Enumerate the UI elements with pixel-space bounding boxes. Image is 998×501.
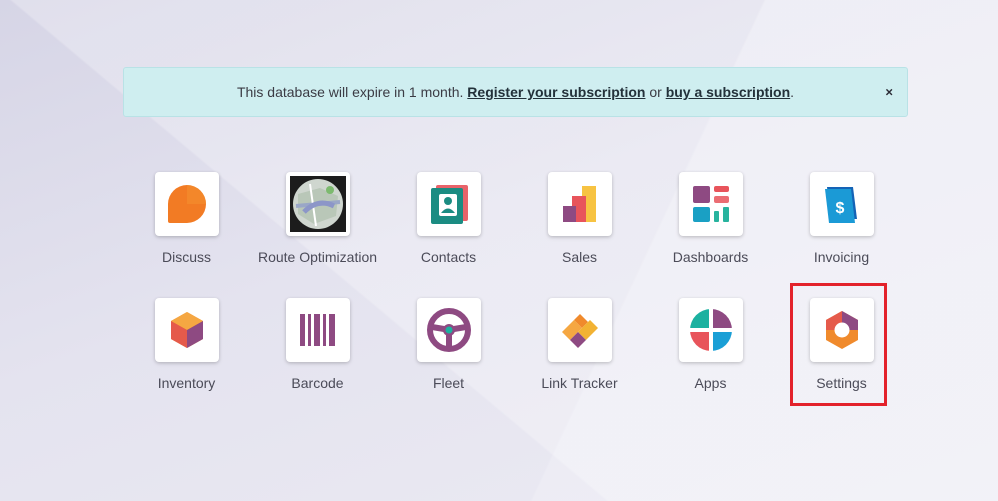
inventory-icon (154, 298, 219, 362)
app-label: Barcode (291, 375, 344, 391)
settings-icon (809, 298, 874, 362)
buy-subscription-link[interactable]: buy a subscription (666, 84, 790, 100)
route-optimization-icon (285, 172, 350, 236)
app-label: Link Tracker (541, 375, 618, 391)
app-contacts[interactable]: Contacts (383, 172, 514, 287)
app-route-optimization[interactable]: Route Optimization (252, 172, 383, 287)
app-settings[interactable]: Settings (776, 298, 907, 413)
app-invoicing[interactable]: $ Invoicing (776, 172, 907, 287)
fleet-icon (416, 298, 481, 362)
app-label: Discuss (161, 249, 211, 265)
app-label: Apps (694, 375, 727, 391)
dashboards-icon (678, 172, 743, 236)
app-inventory[interactable]: Inventory (121, 298, 252, 413)
app-barcode[interactable]: Barcode (252, 298, 383, 413)
app-apps[interactable]: Apps (645, 298, 776, 413)
app-fleet[interactable]: Fleet (383, 298, 514, 413)
notice-or-text: or (649, 84, 662, 100)
app-label: Contacts (420, 249, 477, 265)
app-label: Fleet (432, 375, 465, 391)
svg-text:$: $ (835, 200, 844, 217)
notice-period: . (790, 84, 795, 100)
invoicing-icon: $ (809, 172, 874, 236)
register-subscription-link[interactable]: Register your subscription (467, 84, 645, 100)
expiration-notice: This database will expire in 1 month. Re… (123, 67, 908, 117)
close-notice-button[interactable]: × (885, 85, 893, 100)
sales-icon (547, 172, 612, 236)
app-link-tracker[interactable]: Link Tracker (514, 298, 645, 413)
app-label: Sales (561, 249, 598, 265)
app-label: Invoicing (813, 249, 870, 265)
link-tracker-icon (547, 298, 612, 362)
app-dashboards[interactable]: Dashboards (645, 172, 776, 287)
app-discuss[interactable]: Discuss (121, 172, 252, 287)
app-label: Route Optimization (257, 249, 378, 265)
app-sales[interactable]: Sales (514, 172, 645, 287)
apps-icon (678, 298, 743, 362)
contacts-icon (416, 172, 481, 236)
app-label: Dashboards (672, 249, 749, 265)
discuss-icon (154, 172, 219, 236)
notice-text: This database will expire in 1 month. (236, 84, 464, 100)
app-label: Settings (816, 375, 867, 391)
barcode-icon (285, 298, 350, 362)
app-label: Inventory (157, 375, 216, 391)
